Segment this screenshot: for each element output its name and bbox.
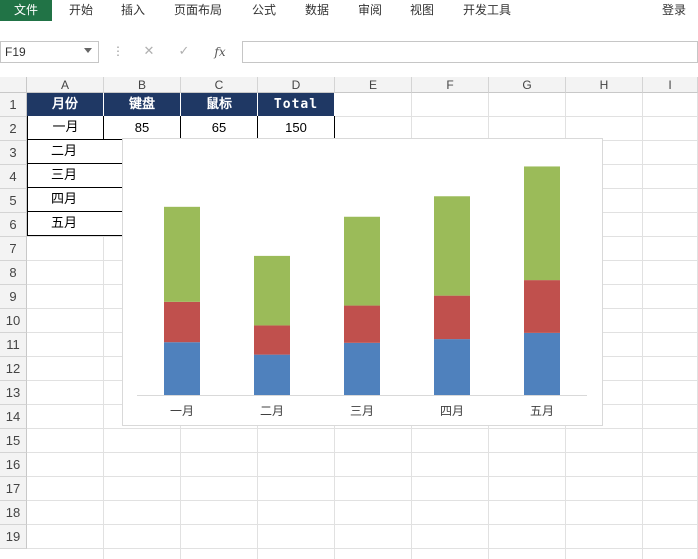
- column-header[interactable]: I: [643, 77, 698, 93]
- formula-bar: F19 ⋮ ✕ ✓ fx: [0, 40, 698, 64]
- grid-line: [27, 548, 698, 549]
- row-header[interactable]: 10: [0, 309, 27, 333]
- row-header[interactable]: 12: [0, 357, 27, 381]
- ribbon-tabs: 文件 开始 插入 页面布局 公式 数据 审阅 视图 开发工具 登录: [0, 0, 698, 21]
- bar-segment[interactable]: [434, 196, 470, 296]
- bar-segment[interactable]: [254, 255, 290, 326]
- row-header[interactable]: 17: [0, 477, 27, 501]
- x-tick-label: 三月: [350, 404, 374, 418]
- tab-view[interactable]: 视图: [410, 0, 434, 21]
- header-cell-total[interactable]: Total: [258, 93, 335, 116]
- column-header[interactable]: A: [27, 77, 104, 93]
- row-header[interactable]: 2: [0, 117, 27, 141]
- month-cell[interactable]: 二月: [27, 140, 123, 164]
- column-header[interactable]: H: [566, 77, 643, 93]
- bar-segment[interactable]: [164, 342, 200, 395]
- grid-line: [27, 476, 698, 477]
- grid-line: [27, 500, 698, 501]
- grid-line: [27, 428, 698, 429]
- x-tick-label: 一月: [170, 404, 194, 418]
- bar-segment[interactable]: [164, 301, 200, 343]
- total-cell[interactable]: 150: [258, 116, 335, 140]
- tab-data[interactable]: 数据: [305, 0, 329, 21]
- select-all-corner[interactable]: [0, 77, 27, 93]
- x-tick-label: 四月: [440, 404, 464, 418]
- month-cell[interactable]: 四月: [27, 188, 123, 212]
- chart-plot: 一月 二月 三月 四月 五月: [137, 166, 587, 418]
- row-header[interactable]: 15: [0, 429, 27, 453]
- grid-line: [642, 93, 643, 559]
- column-header[interactable]: G: [489, 77, 566, 93]
- header-cell-month[interactable]: 月份: [27, 93, 104, 116]
- bar-segment[interactable]: [254, 354, 290, 395]
- tab-review[interactable]: 审阅: [358, 0, 382, 21]
- grid-line: [27, 524, 698, 525]
- row-header[interactable]: 8: [0, 261, 27, 285]
- column-header[interactable]: D: [258, 77, 335, 93]
- cancel-icon[interactable]: ✕: [136, 42, 162, 62]
- tab-developer[interactable]: 开发工具: [463, 0, 511, 21]
- row-header[interactable]: 4: [0, 165, 27, 189]
- keyboard-cell[interactable]: 85: [104, 116, 181, 140]
- row-header[interactable]: 13: [0, 381, 27, 405]
- column-header[interactable]: E: [335, 77, 412, 93]
- row-header[interactable]: 9: [0, 285, 27, 309]
- tab-formulas[interactable]: 公式: [252, 0, 276, 21]
- formula-input[interactable]: [242, 41, 698, 63]
- stacked-column-chart[interactable]: 一月 二月 三月 四月 五月: [122, 138, 603, 426]
- x-tick-label: 二月: [260, 404, 284, 418]
- column-header[interactable]: C: [181, 77, 258, 93]
- column-header[interactable]: B: [104, 77, 181, 93]
- bar-segment[interactable]: [344, 305, 380, 343]
- file-tab[interactable]: 文件: [0, 0, 52, 21]
- bar-segment[interactable]: [344, 342, 380, 395]
- row-header[interactable]: 14: [0, 405, 27, 429]
- check-icon[interactable]: ✓: [171, 42, 197, 62]
- bar-segment[interactable]: [524, 332, 560, 395]
- row-header[interactable]: 6: [0, 213, 27, 237]
- row-header[interactable]: 16: [0, 453, 27, 477]
- bar-segment[interactable]: [434, 339, 470, 395]
- row-header[interactable]: 11: [0, 333, 27, 357]
- bar-segment[interactable]: [524, 280, 560, 333]
- mouse-cell[interactable]: 65: [181, 116, 258, 140]
- bar-segment[interactable]: [254, 325, 290, 355]
- column-header[interactable]: F: [412, 77, 489, 93]
- month-cell[interactable]: 一月: [27, 116, 104, 140]
- row-header[interactable]: 1: [0, 93, 27, 117]
- row-header[interactable]: 7: [0, 237, 27, 261]
- row-header[interactable]: 3: [0, 141, 27, 165]
- tab-home[interactable]: 开始: [69, 0, 93, 21]
- month-cell[interactable]: 三月: [27, 164, 123, 188]
- row-header[interactable]: 19: [0, 525, 27, 549]
- row-header[interactable]: 18: [0, 501, 27, 525]
- insert-function-button[interactable]: fx: [207, 42, 233, 62]
- login-link[interactable]: 登录: [662, 0, 686, 21]
- header-cell-mouse[interactable]: 鼠标: [181, 93, 258, 116]
- bar-segment[interactable]: [164, 206, 200, 302]
- chevron-down-icon[interactable]: [84, 48, 92, 53]
- month-cell[interactable]: 五月: [27, 212, 123, 236]
- header-cell-keyboard[interactable]: 键盘: [104, 93, 181, 116]
- grid-line: [27, 452, 698, 453]
- tab-page-layout[interactable]: 页面布局: [174, 0, 222, 21]
- bar-segment[interactable]: [434, 295, 470, 340]
- bar-segment[interactable]: [344, 216, 380, 306]
- more-icon: ⋮: [112, 44, 124, 58]
- row-header[interactable]: 5: [0, 189, 27, 213]
- tab-insert[interactable]: 插入: [121, 0, 145, 21]
- x-tick-label: 五月: [530, 404, 554, 418]
- bar-segment[interactable]: [524, 166, 560, 281]
